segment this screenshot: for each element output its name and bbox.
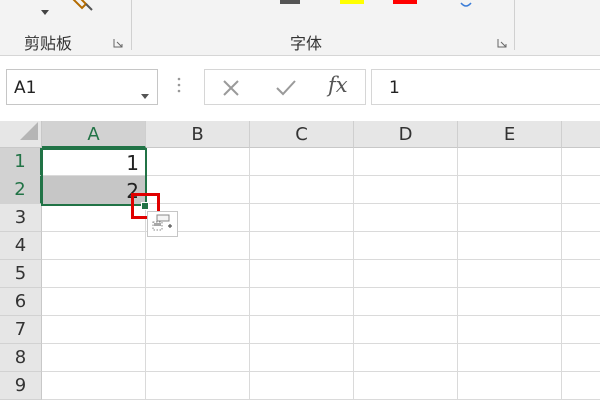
row-gridline: [42, 315, 600, 316]
font-group-label: 字体: [290, 34, 323, 53]
row-header-9[interactable]: 9: [0, 372, 42, 400]
row-header-1[interactable]: 1: [0, 148, 42, 176]
row-gridline: [42, 343, 600, 344]
fill-color-icon[interactable]: [340, 0, 364, 4]
row-header-6[interactable]: 6: [0, 288, 42, 316]
row-header-4[interactable]: 4: [0, 232, 42, 260]
auto-fill-options-icon: [151, 214, 175, 238]
column-header-e[interactable]: E: [458, 121, 562, 148]
clipboard-dialog-launcher-icon[interactable]: [113, 38, 123, 48]
column-header-b[interactable]: B: [146, 121, 250, 148]
border-icon[interactable]: [280, 0, 300, 4]
column-header-a[interactable]: A: [42, 121, 146, 148]
phonetic-icon[interactable]: [459, 0, 473, 15]
ribbon-separator: [131, 0, 132, 50]
formula-value: 1: [389, 78, 400, 98]
clipboard-group-label: 剪贴板: [24, 34, 73, 53]
font-dialog-launcher-icon[interactable]: [497, 38, 507, 48]
row-header-5[interactable]: 5: [0, 260, 42, 288]
font-color-icon[interactable]: [393, 0, 417, 4]
row-header-2[interactable]: 2: [0, 176, 42, 204]
column-header-c[interactable]: C: [250, 121, 354, 148]
formula-actions: fx: [204, 69, 366, 105]
column-gridline: [457, 148, 458, 400]
auto-fill-options-button[interactable]: [147, 211, 178, 237]
insert-function-icon[interactable]: fx: [328, 73, 348, 97]
name-box-dropdown-icon[interactable]: [141, 85, 149, 104]
column-header-d[interactable]: D: [354, 121, 458, 148]
grip-handle-icon[interactable]: [177, 77, 181, 97]
ribbon: 剪贴板 字体: [0, 0, 600, 56]
column-gridline: [249, 148, 250, 400]
column-header-next[interactable]: [562, 121, 600, 148]
row-gridline: [42, 231, 600, 232]
row-header-8[interactable]: 8: [0, 344, 42, 372]
enter-check-icon[interactable]: [275, 78, 297, 102]
row-header-3[interactable]: 3: [0, 204, 42, 232]
worksheet-grid[interactable]: ABCDE 123456789 1 2: [0, 121, 600, 400]
column-gridline: [353, 148, 354, 400]
cancel-icon[interactable]: [221, 78, 241, 102]
name-box-value: A1: [14, 78, 37, 98]
format-painter-icon[interactable]: [72, 0, 98, 18]
select-all-icon: [20, 122, 38, 144]
select-all-button[interactable]: [0, 121, 42, 148]
name-box[interactable]: A1: [6, 69, 158, 105]
ribbon-separator: [514, 0, 515, 50]
paste-dropdown-icon[interactable]: [41, 1, 49, 20]
row-gridline: [42, 371, 600, 372]
row-gridline: [42, 259, 600, 260]
row-gridline: [42, 287, 600, 288]
row-header-7[interactable]: 7: [0, 316, 42, 344]
formula-input[interactable]: 1: [371, 69, 600, 105]
formula-bar-area: A1 fx 1: [0, 57, 600, 121]
column-gridline: [561, 148, 562, 400]
